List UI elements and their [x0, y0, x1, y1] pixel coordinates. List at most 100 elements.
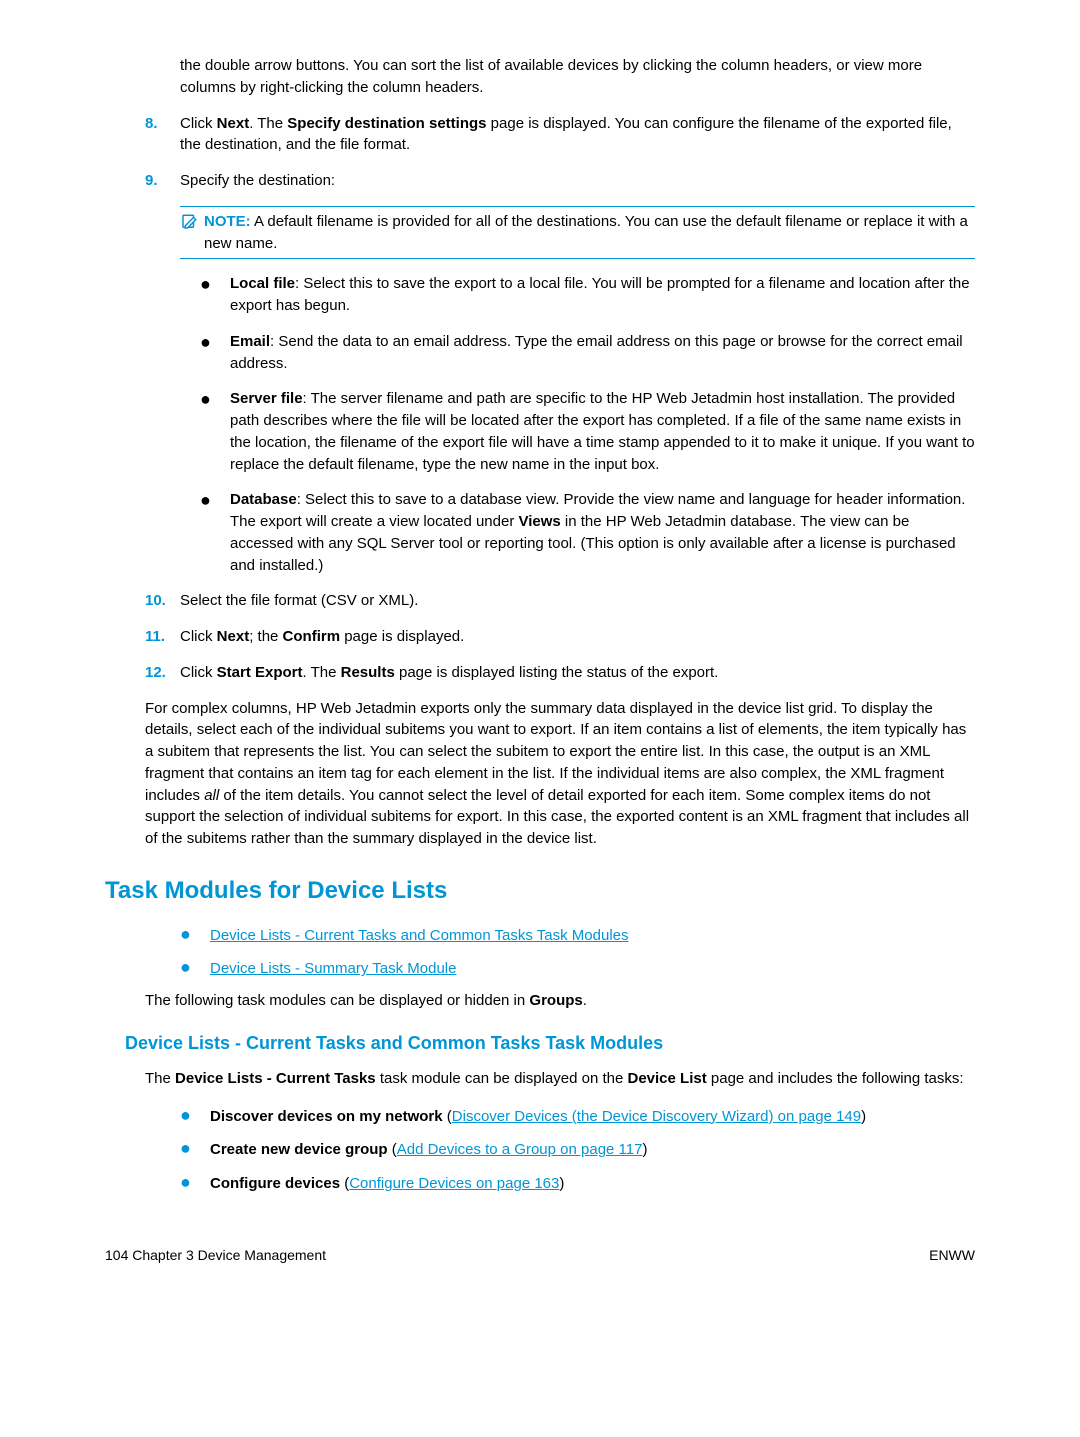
bullet-body: Local file: Select this to save the expo… [230, 273, 975, 317]
bullet-body: Server file: The server filename and pat… [230, 388, 975, 475]
text: ) [861, 1108, 866, 1125]
heading-current-tasks: Device Lists - Current Tasks and Common … [125, 1030, 975, 1056]
bold-text: Results [341, 664, 395, 681]
text: . [583, 992, 587, 1009]
task-bullet-discover: ● Discover devices on my network (Discov… [180, 1104, 975, 1128]
step-text: Specify the destination: [180, 170, 975, 192]
bold-text: Create new device group [210, 1141, 388, 1158]
text: page and includes the following tasks: [707, 1070, 964, 1087]
step-text: Click Next. The Specify destination sett… [180, 113, 975, 157]
step-number: 12. [145, 662, 180, 684]
link-configure-devices[interactable]: Configure Devices on page 163 [349, 1175, 559, 1192]
text: Click [180, 115, 217, 132]
bold-text: Start Export [217, 664, 303, 681]
step-number: 9. [145, 170, 180, 192]
bold-text: Device List [628, 1070, 707, 1087]
bold-text: Database [230, 491, 297, 508]
step-number: 8. [145, 113, 180, 157]
bold-text: Confirm [283, 628, 341, 645]
bold-text: Specify destination settings [287, 115, 486, 132]
task-bullet-configure: ● Configure devices (Configure Devices o… [180, 1171, 975, 1195]
body-paragraph: The following task modules can be displa… [145, 990, 975, 1012]
note-content: NOTE: A default filename is provided for… [204, 211, 975, 255]
step-9: 9. Specify the destination: [145, 170, 975, 192]
bold-text: Discover devices on my network [210, 1108, 443, 1125]
link-current-tasks[interactable]: Device Lists - Current Tasks and Common … [210, 925, 629, 947]
text: ; the [249, 628, 282, 645]
text: ( [340, 1175, 349, 1192]
bold-text: Local file [230, 275, 295, 292]
bold-text: Email [230, 333, 270, 350]
step-text: Select the file format (CSV or XML). [180, 590, 975, 612]
step-number: 10. [145, 590, 180, 612]
bullet-marker: ● [180, 1137, 210, 1157]
paragraph-continuation: the double arrow buttons. You can sort t… [180, 55, 975, 99]
italic-text: all [204, 787, 219, 804]
bullet-marker: ● [180, 923, 210, 943]
bold-text: Device Lists - Current Tasks [175, 1070, 376, 1087]
text: ( [388, 1141, 397, 1158]
heading-task-modules: Task Modules for Device Lists [105, 874, 975, 909]
note-text: A default filename is provided for all o… [204, 213, 968, 252]
text: of the item details. You cannot select t… [145, 787, 969, 848]
bullet-marker: ● [200, 331, 230, 375]
bullet-database: ● Database: Select this to save to a dat… [200, 489, 975, 576]
bullet-marker: ● [180, 956, 210, 976]
text: . The [303, 664, 341, 681]
task-bullet-create-group: ● Create new device group (Add Devices t… [180, 1137, 975, 1161]
link-bullet-2: ● Device Lists - Summary Task Module [180, 956, 975, 980]
bullet-marker: ● [200, 273, 230, 317]
text: ( [443, 1108, 452, 1125]
bullet-email: ● Email: Send the data to an email addre… [200, 331, 975, 375]
step-text: Click Start Export. The Results page is … [180, 662, 975, 684]
link-discover-devices[interactable]: Discover Devices (the Device Discovery W… [452, 1108, 861, 1125]
footer-right: ENWW [929, 1245, 975, 1265]
bullet-body: Discover devices on my network (Discover… [210, 1106, 866, 1128]
step-number: 11. [145, 626, 180, 648]
bullet-server-file: ● Server file: The server filename and p… [200, 388, 975, 475]
text: The following task modules can be displa… [145, 992, 529, 1009]
note-label: NOTE: [204, 213, 251, 230]
text: task module can be displayed on the [376, 1070, 628, 1087]
link-summary-task[interactable]: Device Lists - Summary Task Module [210, 958, 456, 980]
bold-text: Next [217, 115, 250, 132]
text: : Select this to save the export to a lo… [230, 275, 970, 314]
bullet-marker: ● [180, 1104, 210, 1124]
text: : The server filename and path are speci… [230, 390, 975, 472]
text: Click [180, 628, 217, 645]
text: . The [249, 115, 287, 132]
bold-text: Next [217, 628, 250, 645]
bullet-body: Configure devices (Configure Devices on … [210, 1173, 564, 1195]
footer-left: 104 Chapter 3 Device Management [105, 1245, 326, 1265]
bullet-body: Database: Select this to save to a datab… [230, 489, 975, 576]
bold-text: Groups [529, 992, 582, 1009]
page-footer: 104 Chapter 3 Device Management ENWW [105, 1245, 975, 1265]
body-paragraph: The Device Lists - Current Tasks task mo… [145, 1068, 975, 1090]
text: The [145, 1070, 175, 1087]
bullet-marker: ● [200, 388, 230, 475]
body-paragraph: For complex columns, HP Web Jetadmin exp… [145, 698, 975, 850]
text: page is displayed. [340, 628, 464, 645]
bullet-marker: ● [180, 1171, 210, 1191]
step-11: 11. Click Next; the Confirm page is disp… [145, 626, 975, 648]
step-8: 8. Click Next. The Specify destination s… [145, 113, 975, 157]
link-bullet-1: ● Device Lists - Current Tasks and Commo… [180, 923, 975, 947]
bullet-body: Email: Send the data to an email address… [230, 331, 975, 375]
text: ) [642, 1141, 647, 1158]
bold-text: Server file [230, 390, 303, 407]
bullet-body: Create new device group (Add Devices to … [210, 1139, 647, 1161]
bullet-marker: ● [200, 489, 230, 576]
bold-text: Configure devices [210, 1175, 340, 1192]
text: : Send the data to an email address. Typ… [230, 333, 963, 372]
step-10: 10. Select the file format (CSV or XML). [145, 590, 975, 612]
text: ) [559, 1175, 564, 1192]
text: Click [180, 664, 217, 681]
step-text: Click Next; the Confirm page is displaye… [180, 626, 975, 648]
link-add-devices-group[interactable]: Add Devices to a Group on page 117 [397, 1141, 643, 1158]
text: page is displayed listing the status of … [395, 664, 719, 681]
bullet-local-file: ● Local file: Select this to save the ex… [200, 273, 975, 317]
bold-text: Views [518, 513, 560, 530]
note-icon [180, 213, 198, 231]
step-12: 12. Click Start Export. The Results page… [145, 662, 975, 684]
note-box: NOTE: A default filename is provided for… [180, 206, 975, 260]
